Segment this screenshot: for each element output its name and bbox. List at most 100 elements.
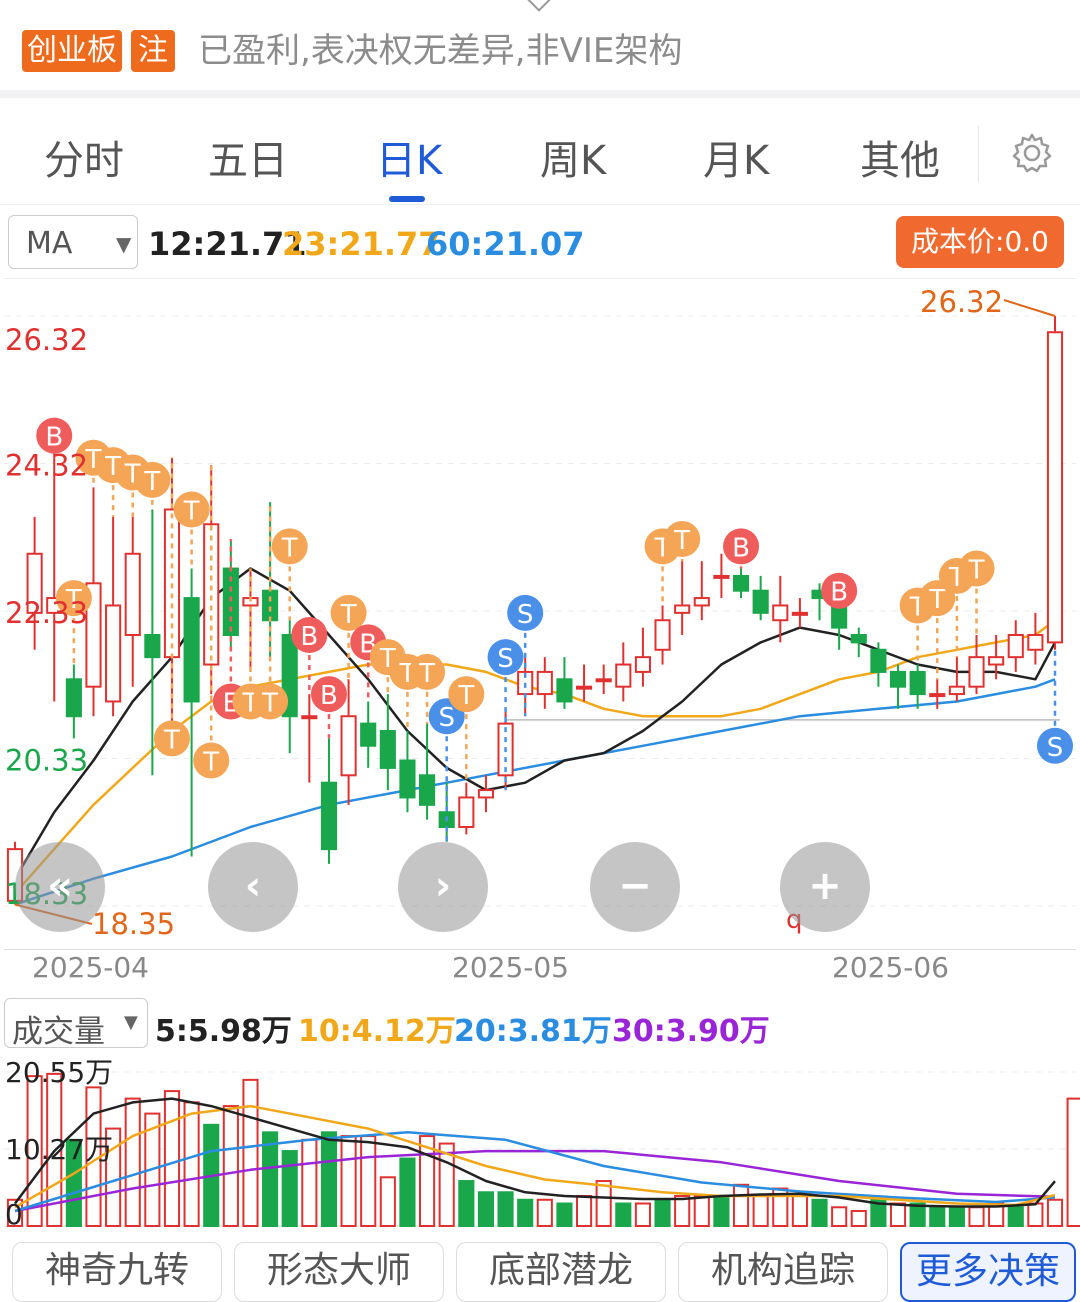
volume-bar (595, 1180, 612, 1228)
volume-bar (360, 1135, 377, 1227)
candle-body (595, 678, 612, 683)
candle (752, 575, 769, 621)
date-label: 2025-05 (452, 951, 569, 984)
volume-bar (811, 1198, 828, 1227)
period-tabs: 分时 五日 日K 周K 月K 其他 (0, 98, 1080, 205)
candle (889, 664, 907, 709)
tab-pattern-master[interactable]: 形态大师 (234, 1242, 444, 1302)
tab-other[interactable]: 其他 (860, 128, 940, 186)
candle-body (458, 796, 475, 828)
tab-monthly-k[interactable]: 月K (703, 128, 769, 186)
tab-bottom-dragon[interactable]: 底部潜龙 (456, 1242, 666, 1302)
volume-bar (281, 1150, 298, 1227)
volume-bar (556, 1202, 573, 1228)
volume-bar (575, 1195, 593, 1228)
volume-bar (301, 1138, 318, 1227)
volume-bar (536, 1198, 553, 1227)
volume-chart[interactable]: 20.55万 10.27万 0 (0, 1048, 1080, 1234)
volume-bar (1027, 1202, 1044, 1228)
candle-body (948, 685, 965, 696)
candle-body (889, 670, 907, 688)
candle-body (183, 597, 200, 703)
signal-label: T (143, 467, 160, 497)
company-info-text: 已盈利,表决权无差异,非VIE架构 (198, 31, 683, 71)
candle (615, 642, 632, 702)
plus-icon: + (808, 863, 842, 909)
volume-bar (889, 1202, 907, 1228)
candle (360, 701, 377, 768)
volume-bar (732, 1183, 750, 1228)
tab-five-day[interactable]: 五日 (208, 128, 288, 186)
vol-ma10-value: 10:4.12万 (298, 1014, 456, 1049)
tab-more-decisions[interactable]: 更多决策 (900, 1242, 1076, 1302)
tab-daily-k[interactable]: 日K (376, 128, 442, 186)
y-axis-label: 24.32 (5, 449, 88, 483)
y-axis-label: 20.33 (5, 744, 88, 778)
volume-bar (399, 1157, 416, 1227)
zoom-out-button[interactable]: − (590, 842, 680, 932)
candle-body (144, 633, 161, 659)
candle (870, 642, 887, 687)
y-axis-label: 22.33 (5, 596, 88, 630)
candle-body (870, 648, 887, 673)
volume-bar (929, 1206, 946, 1228)
chevron-left-icon: ‹ (244, 863, 262, 909)
candle (320, 738, 338, 864)
candle (654, 605, 671, 665)
active-tab-indicator (389, 196, 425, 202)
candle-body (556, 678, 573, 703)
note-tag[interactable]: 注 (131, 30, 175, 72)
candle (222, 539, 239, 650)
candle-body (262, 589, 279, 622)
dropdown-arrow-icon: ▼ (124, 1012, 138, 1033)
ma60-value: 60:21.07 (426, 225, 585, 263)
volume-bar (242, 1078, 259, 1228)
scroll-left-button[interactable]: ‹ (208, 842, 298, 932)
max-price-label: 26.32 (920, 285, 1003, 319)
candle (124, 516, 141, 687)
candle (419, 723, 436, 820)
signal-label: T (163, 725, 180, 755)
volume-select-label: 成交量 (12, 1014, 105, 1050)
cost-price-button[interactable]: 成本价:0.0 (896, 216, 1064, 268)
volume-bar (1007, 1206, 1024, 1228)
candle (575, 664, 593, 702)
candle-body (909, 670, 926, 696)
signal-label: T (261, 688, 278, 718)
candle (732, 568, 750, 599)
double-chevron-left-icon: « (47, 863, 73, 909)
signal-label: B (300, 622, 318, 652)
tab-magic-nine[interactable]: 神奇九转 (12, 1242, 222, 1302)
scroll-to-start-button[interactable]: « (15, 842, 105, 932)
candle-body (929, 693, 946, 698)
candle (536, 657, 553, 709)
candle (458, 782, 475, 835)
candle-body (477, 789, 495, 799)
candle (105, 516, 122, 717)
candle-body (772, 604, 789, 622)
candle-body (320, 781, 338, 851)
signal-label: S (1047, 733, 1064, 763)
candle-body (1027, 633, 1044, 651)
tab-intraday[interactable]: 分时 (44, 128, 124, 186)
candle-body (693, 597, 710, 607)
candle (1007, 620, 1024, 672)
candle-body (968, 656, 985, 688)
candle (65, 664, 82, 739)
volume-bar (222, 1105, 239, 1228)
volume-y-label: 10.27万 (5, 1133, 113, 1166)
candle (634, 627, 651, 687)
candle-body (124, 552, 141, 636)
scroll-right-button[interactable]: › (398, 842, 488, 932)
tab-institution-tracking[interactable]: 机构追踪 (678, 1242, 888, 1302)
tab-weekly-k[interactable]: 周K (540, 128, 606, 186)
signal-label: B (732, 533, 750, 563)
volume-bar (752, 1195, 769, 1228)
kline-chart[interactable]: BT T T TTTTTE T TTBBTB T T TSTSST T BB T TT TS 26.322… (0, 278, 1080, 948)
divider (978, 126, 979, 182)
signal-label: T (340, 600, 357, 630)
signal-label: S (497, 644, 514, 674)
gear-icon[interactable] (1010, 131, 1054, 175)
signal-label: T (968, 556, 985, 586)
zoom-in-button[interactable]: + (780, 842, 870, 932)
